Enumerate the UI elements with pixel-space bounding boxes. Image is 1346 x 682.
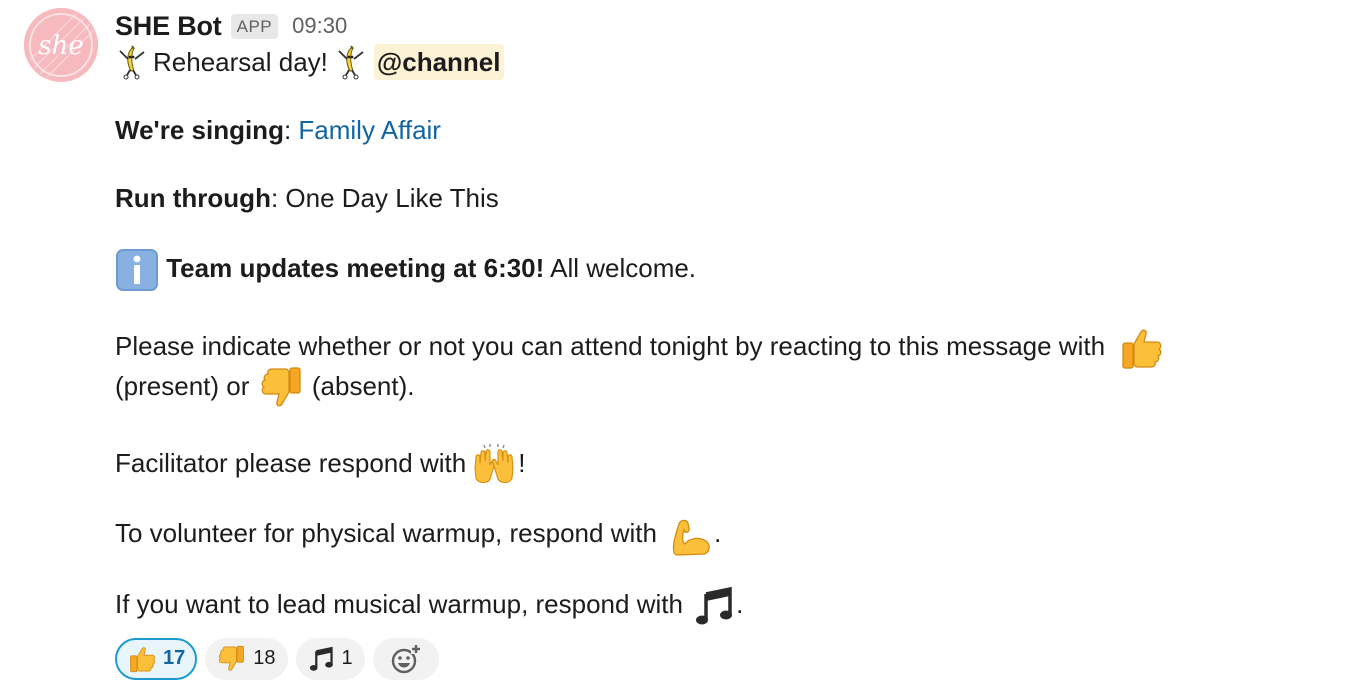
volunteer-end: . <box>714 518 722 549</box>
message-line-musical: If you want to lead musical warmup, resp… <box>115 582 1326 628</box>
message-line-volunteer: To volunteer for physical warmup, respon… <box>115 511 1326 557</box>
singing-label: We're singing <box>115 115 284 145</box>
message-line-rehearsal: Rehearsal day! @channel <box>115 44 1326 80</box>
message-body: SHE Bot APP 09:30 Rehearsal day! @channe… <box>115 6 1326 680</box>
run-through-label: Run through <box>115 183 271 213</box>
thumbs-down-icon <box>217 645 247 673</box>
message-timestamp[interactable]: 09:30 <box>292 13 347 39</box>
raised-hands-icon <box>470 443 518 487</box>
message-header: SHE Bot APP 09:30 <box>115 6 1326 46</box>
attendance-instruction: Please indicate whether or not you can a… <box>115 331 1106 361</box>
musical-end: . <box>736 588 744 619</box>
reaction-musical-notes[interactable]: 1 <box>295 637 365 680</box>
add-reaction-icon <box>389 643 423 675</box>
musical-notes-icon <box>308 645 336 673</box>
reaction-count: 18 <box>253 647 276 670</box>
dancing-banana-icon <box>115 44 149 80</box>
bot-avatar[interactable]: she <box>24 8 98 82</box>
team-updates-rest: All welcome. <box>544 252 697 283</box>
musical-notes-icon <box>694 584 736 628</box>
thumbs-up-icon <box>1118 326 1164 370</box>
reactions-bar: 17 18 1 <box>115 637 1326 680</box>
song-link[interactable]: Family Affair <box>298 115 441 145</box>
facilitator-text: Facilitator please respond with <box>115 448 467 479</box>
musical-text: If you want to lead musical warmup, resp… <box>115 588 683 619</box>
bot-name[interactable]: SHE Bot <box>115 11 222 42</box>
rehearsal-text: Rehearsal day! <box>153 47 328 77</box>
flexed-biceps-icon <box>668 514 714 558</box>
add-reaction-button[interactable] <box>372 637 439 680</box>
message-line-team-updates: Team updates meeting at 6:30! All welcom… <box>115 248 1326 292</box>
message-line-singing: We're singing: Family Affair <box>115 112 1326 148</box>
message-line-facilitator: Facilitator please respond with ! <box>115 441 1326 487</box>
dancing-banana-icon <box>334 44 368 80</box>
present-text: (present) or <box>115 371 250 402</box>
channel-mention[interactable]: @channel <box>373 44 504 80</box>
singing-colon: : <box>283 115 299 145</box>
run-through-value: : One Day Like This <box>270 183 499 213</box>
volunteer-text: To volunteer for physical warmup, respon… <box>115 518 657 549</box>
reaction-thumbs-down[interactable]: 18 <box>205 637 288 680</box>
app-badge: APP <box>230 13 279 39</box>
absent-text: (absent). <box>311 371 415 402</box>
reaction-thumbs-up[interactable]: 17 <box>115 637 198 680</box>
reaction-count: 17 <box>163 647 186 670</box>
message-line-run-through: Run through: One Day Like This <box>115 180 1326 216</box>
facilitator-end: ! <box>518 448 526 479</box>
information-icon <box>115 248 159 292</box>
reaction-count: 1 <box>341 647 353 670</box>
team-updates-bold: Team updates meeting at 6:30! <box>166 252 545 283</box>
thumbs-up-icon <box>127 645 157 673</box>
thumbs-down-icon <box>259 366 305 410</box>
message-line-attendance-2: (present) or (absent). <box>115 364 1326 410</box>
avatar-logo-text: she <box>38 31 83 61</box>
